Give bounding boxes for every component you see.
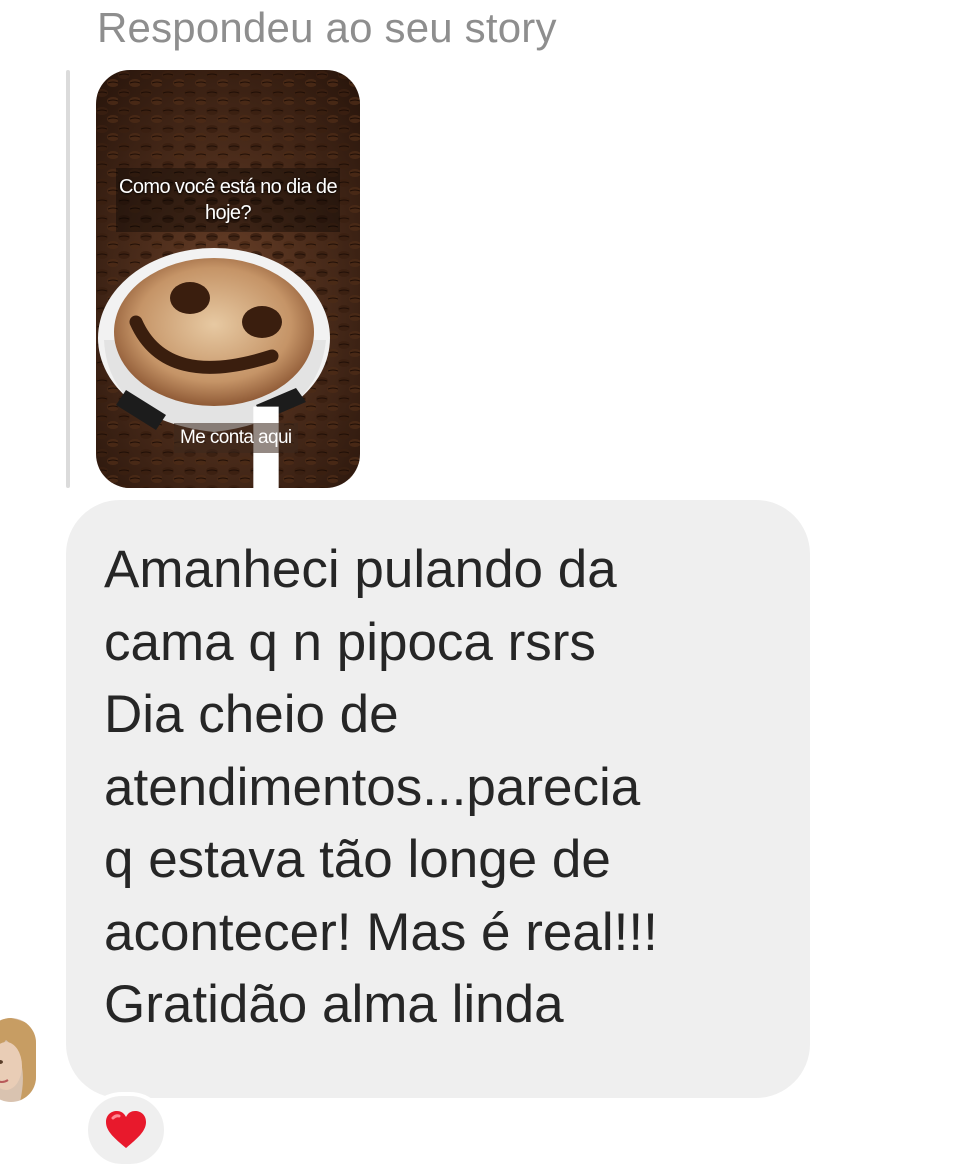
reaction-badge[interactable] (84, 1092, 168, 1168)
story-reply-rail (66, 70, 70, 488)
avatar[interactable] (0, 1018, 36, 1102)
story-thumbnail[interactable]: Como você está no dia de hoje? Me conta … (96, 70, 360, 488)
story-cta-label: Me conta aqui (174, 423, 298, 453)
red-heart-icon (106, 1111, 146, 1148)
story-reply-header: Respondeu ao seu story (97, 4, 557, 51)
chat-thread: Respondeu ao seu story Como você está no… (0, 0, 978, 1168)
story-question-text: Como você está no dia de hoje? (119, 176, 338, 224)
message-text: Amanheci pulando da cama q n pipoca rsrs… (104, 540, 658, 1034)
message-bubble[interactable]: Amanheci pulando da cama q n pipoca rsrs… (66, 500, 810, 1098)
avatar-image (0, 1018, 36, 1102)
